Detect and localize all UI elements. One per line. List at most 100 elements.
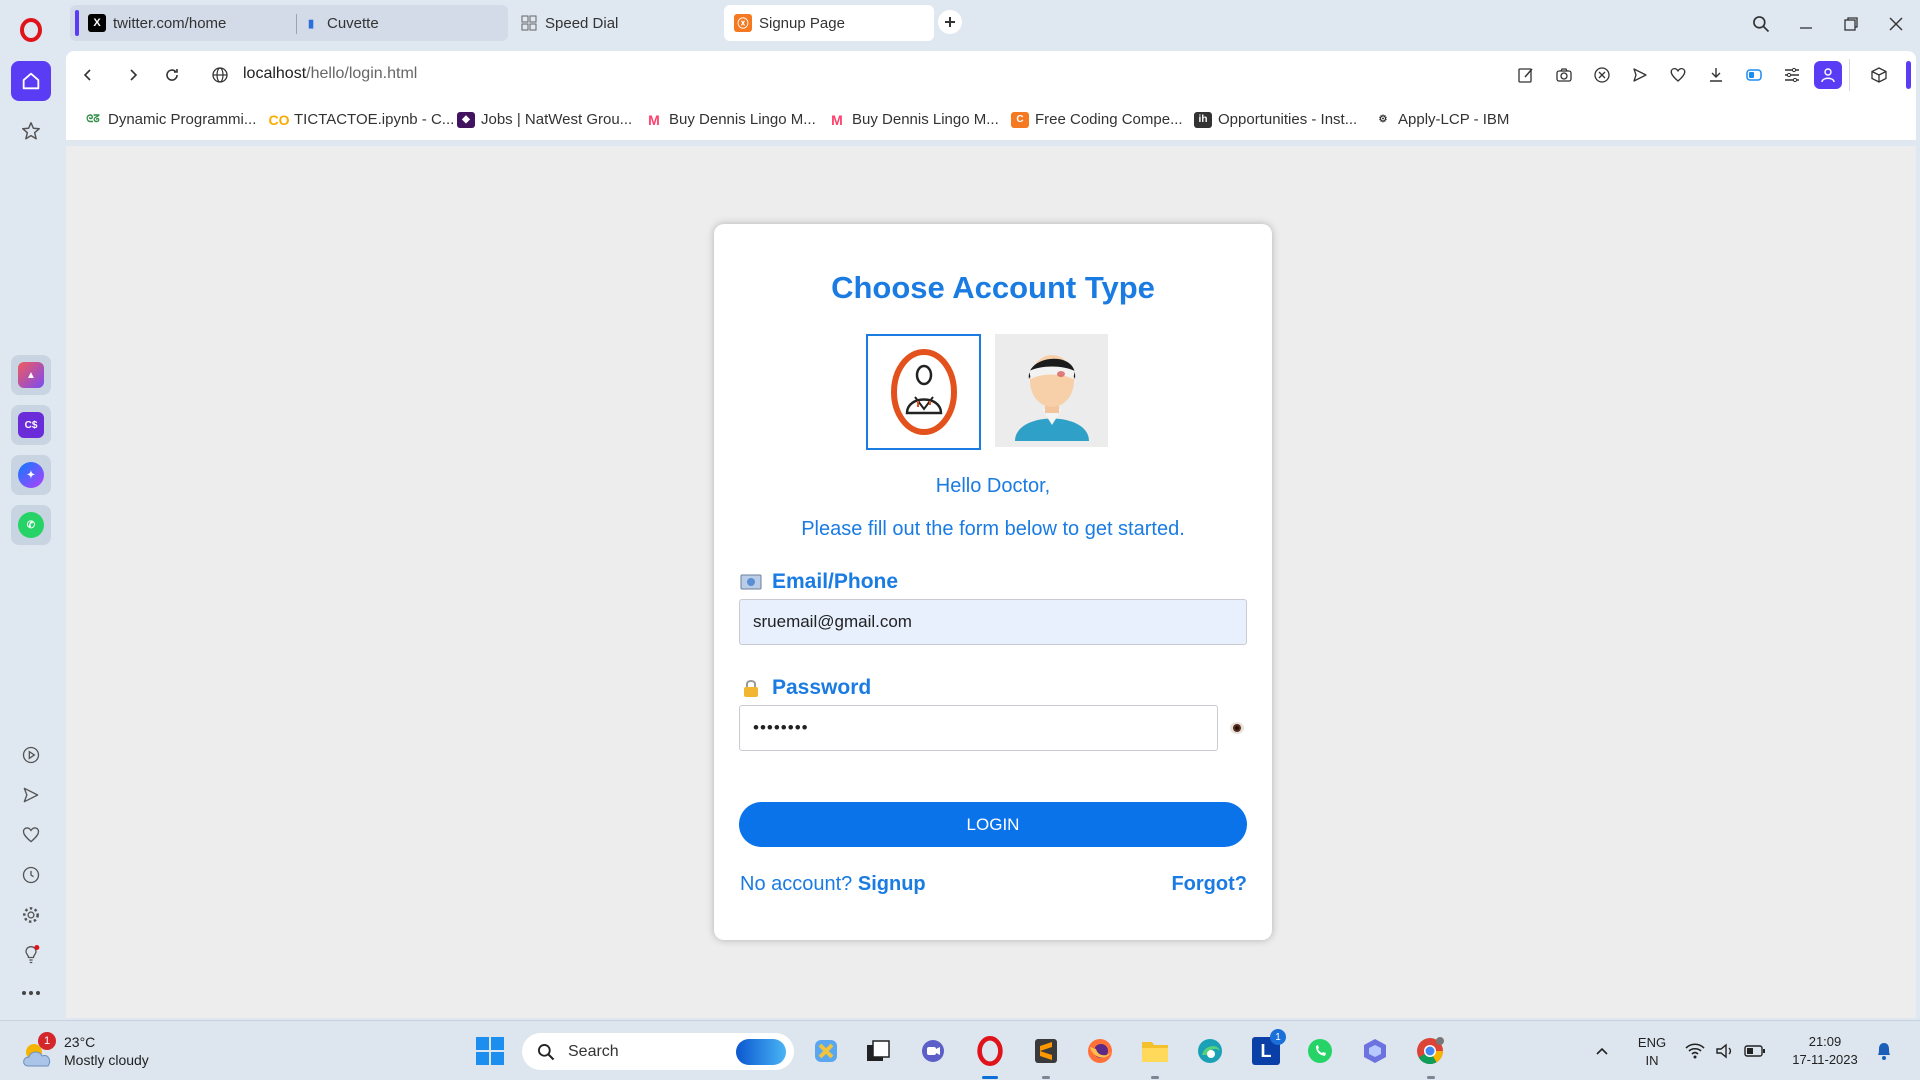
aria-app-icon[interactable]: ▲: [11, 355, 51, 395]
windows-start-icon[interactable]: [470, 1031, 510, 1071]
myntra-icon: M: [648, 111, 660, 128]
app-badge: 1: [1270, 1029, 1286, 1045]
bookmark-label: Opportunities - Inst...: [1218, 111, 1358, 128]
profile-icon[interactable]: [1814, 61, 1842, 89]
tab-divider: [296, 14, 297, 34]
back-icon[interactable]: [76, 63, 100, 87]
messenger-icon[interactable]: ✦: [11, 455, 51, 495]
bookmark-heart-icon[interactable]: [1666, 63, 1690, 87]
tab-speed-dial[interactable]: Speed Dial: [520, 5, 720, 41]
sublime-text-icon[interactable]: [1026, 1031, 1066, 1071]
language-indicator[interactable]: ENG IN: [1632, 1034, 1672, 1070]
opera-taskbar-icon[interactable]: [970, 1031, 1010, 1071]
edge-icon[interactable]: [1190, 1031, 1230, 1071]
photos-app-icon[interactable]: [1355, 1031, 1395, 1071]
download-icon[interactable]: [1704, 63, 1728, 87]
player-icon[interactable]: [11, 735, 51, 775]
settings-gear-icon[interactable]: [11, 895, 51, 935]
running-app-indicator: [1042, 1076, 1050, 1079]
tab-label: twitter.com/home: [113, 14, 227, 32]
camera-icon[interactable]: [1552, 63, 1576, 87]
easy-setup-icon[interactable]: [1780, 63, 1804, 87]
patient-account-option[interactable]: [995, 334, 1108, 447]
new-tab-plus-icon[interactable]: [938, 10, 962, 34]
battery-saver-icon[interactable]: [1742, 63, 1766, 87]
heart-icon[interactable]: [11, 815, 51, 855]
bookmark-item[interactable]: ih Opportunities - Inst...: [1194, 111, 1357, 128]
x-logo-icon: X: [88, 14, 106, 32]
history-icon[interactable]: [11, 855, 51, 895]
search-label: Search: [568, 1042, 619, 1060]
password-field[interactable]: [739, 705, 1218, 751]
whatsapp-icon[interactable]: ✆: [11, 505, 51, 545]
coding-icon: C: [1011, 111, 1029, 128]
tab-cuvette[interactable]: ▮ Cuvette: [302, 5, 502, 41]
bookmark-label: Buy Dennis Lingo M...: [852, 111, 999, 128]
file-explorer-icon[interactable]: [1135, 1031, 1175, 1071]
star-icon[interactable]: [11, 111, 51, 151]
more-icon[interactable]: [11, 973, 51, 1013]
site-info-globe-icon[interactable]: [208, 63, 232, 87]
firefox-icon[interactable]: [1080, 1031, 1120, 1071]
clock[interactable]: 21:09 17-11-2023: [1780, 1033, 1870, 1069]
wifi-icon[interactable]: [1680, 1031, 1710, 1071]
battery-icon[interactable]: [1740, 1031, 1770, 1071]
signup-link[interactable]: Signup: [858, 873, 926, 895]
restore-icon[interactable]: [1837, 10, 1865, 38]
task-view-icon[interactable]: [858, 1031, 898, 1071]
tab-bar: X twitter.com/home ▮ Cuvette Speed Dial …: [70, 0, 1920, 48]
forward-icon[interactable]: [121, 63, 145, 87]
whatsapp-taskbar-icon[interactable]: [1300, 1031, 1340, 1071]
tab-twitter[interactable]: X twitter.com/home: [88, 5, 288, 41]
flow-send-icon[interactable]: [1628, 63, 1652, 87]
minimize-icon[interactable]: [1792, 10, 1820, 38]
password-label-text: Password: [772, 676, 872, 699]
envelope-icon: [740, 572, 762, 592]
adblock-icon[interactable]: [1590, 63, 1614, 87]
chrome-icon[interactable]: [1410, 1031, 1450, 1071]
gfg-icon: ᘓᘔ: [86, 114, 100, 125]
tab-signup-page[interactable]: ⓧ Signup Page: [724, 5, 934, 41]
colab-icon: CO: [268, 111, 290, 128]
home-icon[interactable]: [11, 61, 51, 101]
bookmark-item[interactable]: M Buy Dennis Lingo M...: [645, 111, 816, 128]
greeting-text: Hello Doctor,: [935, 475, 1051, 497]
bookmark-item[interactable]: ⚙ Apply-LCP - IBM: [1374, 111, 1510, 128]
weather-temp: 23°C: [64, 1034, 96, 1050]
email-label: Email/Phone: [740, 570, 898, 594]
show-password-eye-icon[interactable]: [1227, 718, 1247, 738]
taskbar-search[interactable]: Search: [522, 1033, 794, 1070]
teams-chat-icon[interactable]: [913, 1031, 953, 1071]
copilot-icon[interactable]: [806, 1031, 846, 1071]
edit-icon[interactable]: [1514, 63, 1538, 87]
forgot-password-link[interactable]: Forgot?: [1171, 873, 1247, 896]
lightbulb-icon[interactable]: [11, 935, 51, 975]
bookmark-item[interactable]: ◆ Jobs | NatWest Grou...: [457, 111, 632, 128]
address-toolbar: localhost/hello/login.html: [66, 51, 1916, 99]
bookmark-item[interactable]: M Buy Dennis Lingo M...: [828, 111, 999, 128]
learning-app-icon[interactable]: L 1: [1246, 1029, 1286, 1071]
url-field[interactable]: localhost/hello/login.html: [243, 65, 417, 83]
notification-bell-icon[interactable]: [1868, 1031, 1900, 1071]
email-field[interactable]: [739, 599, 1247, 645]
doctor-account-option[interactable]: [866, 334, 981, 450]
cs-app-icon[interactable]: C$: [11, 405, 51, 445]
bookmark-item[interactable]: CO TICTACTOE.ipynb - C...: [268, 111, 455, 128]
bookmark-item[interactable]: ᘓᘔ Dynamic Programmi...: [84, 111, 256, 128]
clock-date: 17-11-2023: [1792, 1052, 1858, 1067]
bookmark-item[interactable]: C Free Coding Compe...: [1011, 111, 1183, 128]
weather-widget[interactable]: 1 23°C Mostly cloudy: [22, 1032, 149, 1069]
send-icon[interactable]: [11, 775, 51, 815]
show-hidden-icons-chevron-icon[interactable]: [1582, 1031, 1622, 1071]
signup-prompt: No account? Signup: [740, 873, 926, 896]
speed-dial-icon: [520, 14, 538, 32]
opera-logo-icon[interactable]: [11, 10, 51, 50]
login-button[interactable]: LOGIN: [739, 802, 1247, 847]
extensions-cube-icon[interactable]: [1867, 63, 1891, 87]
reload-icon[interactable]: [160, 63, 184, 87]
close-window-icon[interactable]: [1882, 10, 1910, 38]
volume-icon[interactable]: [1710, 1031, 1740, 1071]
search-tabs-icon[interactable]: [1747, 10, 1775, 38]
sidebar-toggle-indicator[interactable]: [1906, 61, 1911, 89]
xampp-icon: ⓧ: [734, 14, 752, 32]
